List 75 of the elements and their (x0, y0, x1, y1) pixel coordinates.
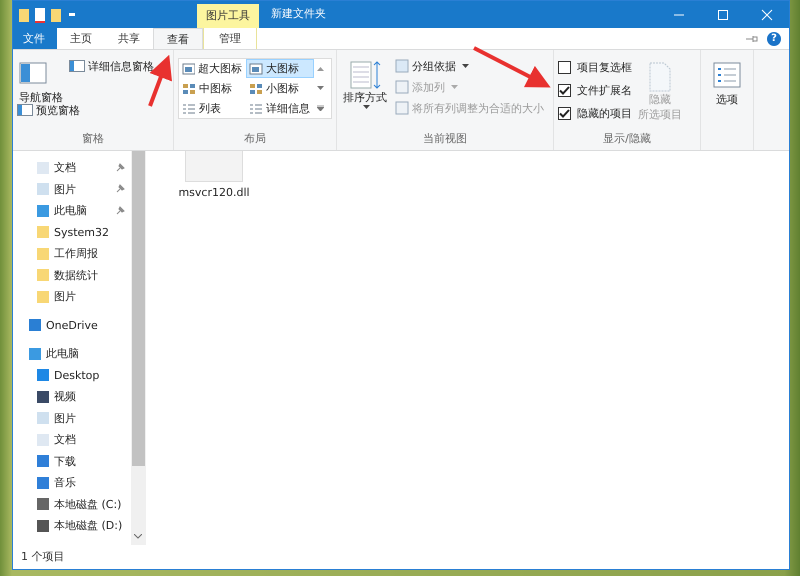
nav-item[interactable]: 文档 (13, 429, 131, 450)
group-label: 布局 (243, 131, 267, 147)
checkbox-option[interactable]: 文件扩展名 (558, 80, 632, 100)
checkbox[interactable] (558, 106, 571, 120)
sort-by-button[interactable]: 排序方式 (341, 54, 389, 117)
columns-icon (395, 80, 409, 94)
nav-item[interactable]: 文档 (13, 157, 131, 178)
layout-option[interactable]: 大图标 (246, 59, 314, 78)
ribbon-tab[interactable]: 文件 (13, 28, 57, 49)
nav-item[interactable]: 图片 (13, 286, 131, 308)
context-tab-label: 图片工具 (197, 4, 259, 28)
layout-option[interactable]: 小图标 (246, 79, 314, 98)
nav-item[interactable]: 数据统计 (13, 264, 131, 286)
checkbox[interactable] (558, 84, 571, 96)
pane-layout-icon (69, 60, 85, 72)
layout-option[interactable]: 中图标 (179, 79, 245, 98)
group-label: 当前视图 (422, 131, 468, 147)
layout-option[interactable]: 超大图标 (179, 59, 245, 78)
columns-icon (395, 59, 409, 73)
status-text: 1 个项目 (20, 549, 66, 565)
group-label: 窗格 (81, 131, 105, 147)
pane-layout-icon (19, 62, 47, 84)
view-layout-icon (182, 102, 196, 114)
ribbon-tab[interactable]: 管理 (203, 28, 257, 49)
checkbox-option[interactable]: 隐藏的项目 (558, 103, 632, 123)
maximize-icon (717, 8, 729, 20)
nav-item[interactable]: 工作周报 (13, 243, 131, 264)
nav-item[interactable]: OneDrive (13, 314, 131, 336)
columns-icon (395, 101, 409, 115)
group-label: 显示/隐藏 (602, 131, 652, 147)
checkbox-option[interactable]: 项目复选框 (558, 57, 632, 77)
nav-item[interactable]: 视频 (13, 386, 131, 408)
details-pane-button[interactable]: 详细信息窗格 (69, 57, 154, 75)
layout-option[interactable]: 详细信息 (246, 99, 314, 118)
nav-item[interactable]: Desktop (13, 364, 131, 386)
scrollbar[interactable] (131, 151, 146, 545)
nav-item[interactable]: 本地磁盘 (D:) (13, 515, 131, 536)
nav-item[interactable]: 音乐 (13, 472, 131, 494)
ribbon-tab[interactable]: 主页 (57, 28, 105, 49)
nav-item[interactable]: 本地磁盘 (C:) (13, 494, 131, 515)
checkbox-label: 项目复选框 (577, 60, 632, 74)
pane-layout-icon (17, 104, 33, 116)
checkbox[interactable] (558, 60, 571, 74)
navigation-pane-button[interactable]: 导航窗格 (17, 54, 63, 105)
nav-item[interactable]: 图片 (13, 408, 131, 429)
nav-item[interactable]: 此电脑 (13, 200, 131, 222)
scroll-down-icon[interactable] (134, 534, 142, 539)
view-command-button[interactable]: 分组依据 (395, 57, 544, 75)
expand-icon[interactable] (316, 104, 324, 110)
options-button[interactable]: 选项 (705, 54, 749, 107)
sort-icon (349, 60, 381, 90)
view-layout-icon (182, 82, 196, 94)
pin-icon[interactable] (745, 34, 759, 44)
help-button[interactable]: ? (767, 32, 781, 46)
checkbox-label: 文件扩展名 (577, 82, 632, 98)
properties-icon[interactable] (35, 8, 45, 23)
options-list-icon (713, 62, 741, 88)
view-layout-icon (182, 62, 195, 74)
view-layout-icon (249, 82, 263, 94)
nav-item[interactable]: 下载 (13, 450, 131, 472)
view-layout-icon (249, 102, 263, 114)
view-layout-icon (249, 62, 263, 74)
hide-page-icon (649, 62, 671, 92)
ribbon-tab[interactable]: 共享 (105, 28, 153, 49)
scroll-up-icon[interactable] (316, 66, 324, 70)
nav-item[interactable]: 此电脑 (13, 343, 131, 364)
nav-item[interactable]: 图片 (13, 178, 131, 200)
window-title: 新建文件夹 (270, 6, 326, 22)
checkbox-label: 隐藏的项目 (577, 106, 632, 120)
file-name[interactable]: msvcr120.dll (178, 186, 250, 199)
layout-option[interactable]: 列表 (179, 99, 245, 118)
close-icon (761, 8, 773, 20)
scroll-down-icon[interactable] (316, 86, 324, 90)
ribbon-tab[interactable]: 查看 (153, 28, 203, 49)
nav-item[interactable]: System32 (13, 222, 131, 243)
